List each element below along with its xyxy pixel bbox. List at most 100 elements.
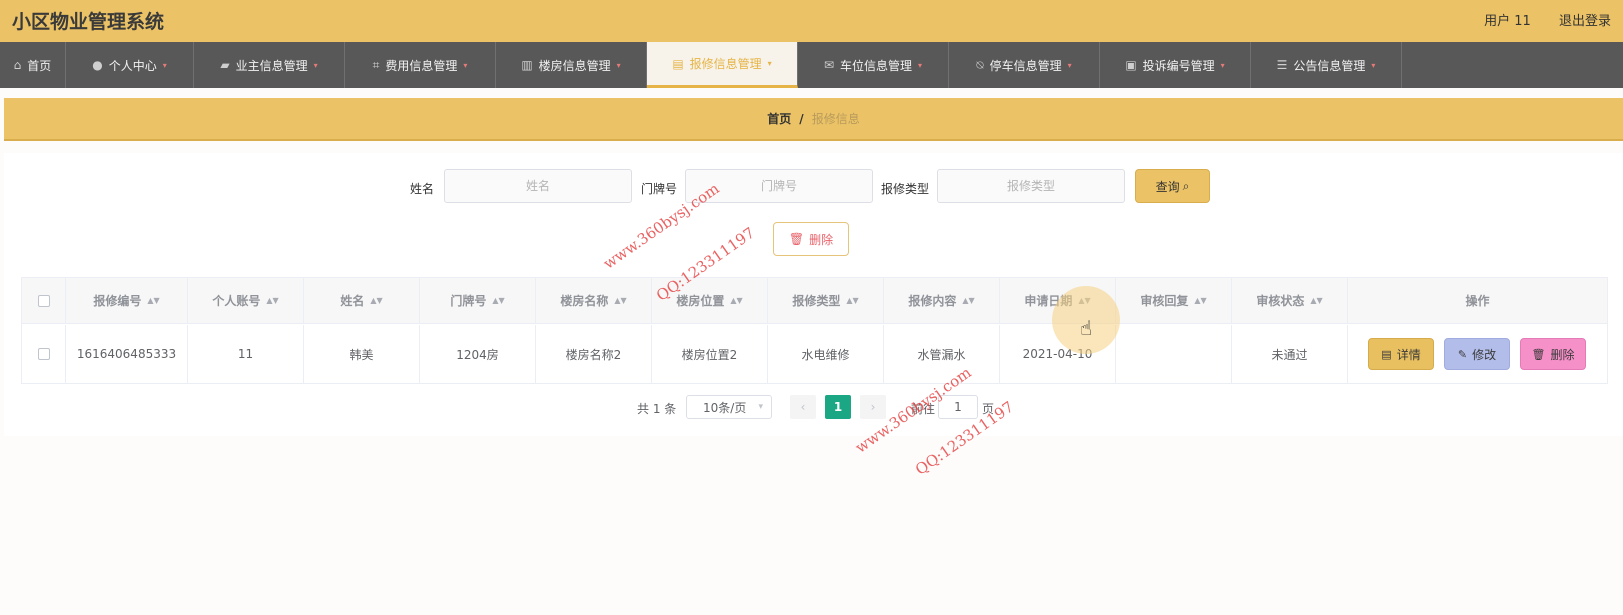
table-header: 报修编号 ▲▼ 个人账号 ▲▼ 姓名 ▲▼ 门牌号 ▲▼ 楼房名称 ▲▼ 楼房位置 ▲▼ 报…: [22, 278, 1607, 324]
app-header: 小区物业管理系统 用户 11 退出登录: [0, 0, 1623, 42]
nav-item-personal[interactable]: ● 个人中心 ▾: [66, 42, 194, 88]
col-header-actions: 操作: [1465, 294, 1490, 308]
nav-item-owner[interactable]: ▰ 业主信息管理 ▾: [194, 42, 345, 88]
document-icon: ▤: [1381, 347, 1392, 361]
mail-icon: ✉: [823, 58, 835, 72]
user-area: 用户 11 退出登录: [1460, 10, 1611, 29]
cell-actions: ▤ 详情 ✎ 修改 🗑 删除: [1348, 325, 1607, 383]
chevron-right-icon: ›: [870, 400, 876, 414]
col-header-repair-type[interactable]: 报修类型 ▲▼: [768, 278, 884, 323]
nav-item-parking[interactable]: ⍉ 停车信息管理 ▾: [949, 42, 1100, 88]
crop-icon: ⌗: [372, 57, 380, 72]
cell-door: 1204房: [420, 325, 536, 383]
sort-icon: ▲▼: [846, 295, 859, 305]
col-header-name[interactable]: 姓名 ▲▼: [304, 278, 420, 323]
nav-label: 停车信息管理: [989, 58, 1062, 73]
sort-icon: ▲▼: [962, 295, 975, 305]
chevron-down-icon: ▾: [463, 60, 468, 70]
chevron-down-icon: ▾: [758, 402, 763, 412]
name-label: 姓名: [410, 182, 435, 196]
sort-icon: ▲▼: [614, 295, 627, 305]
breadcrumb-home[interactable]: 首页: [767, 110, 791, 127]
trash-icon: 🗑: [1531, 347, 1546, 361]
col-header-account[interactable]: 个人账号 ▲▼: [188, 278, 304, 323]
sort-icon: ▲▼: [492, 295, 505, 305]
edit-icon: ✎: [1457, 347, 1468, 361]
nav-item-building[interactable]: ▥ 楼房信息管理 ▾: [496, 42, 647, 88]
pagination-total: 共 1 条: [637, 402, 677, 416]
search-icon: ⌕: [1182, 178, 1190, 193]
nav-item-repair[interactable]: ▤ 报修信息管理 ▾: [647, 42, 798, 88]
batch-delete-label: 删除: [809, 232, 834, 247]
col-header-review-reply[interactable]: 审核回复 ▲▼: [1116, 278, 1232, 323]
nav-label: 楼房信息管理: [538, 58, 611, 73]
delete-button[interactable]: 🗑 删除: [1520, 338, 1586, 370]
door-label: 门牌号: [641, 182, 678, 196]
cell-review-status: 未通过: [1232, 325, 1348, 383]
nav-label: 费用信息管理: [385, 58, 458, 73]
nav-item-home[interactable]: ⌂ 首页: [0, 42, 66, 88]
sort-icon: ▲▼: [370, 295, 383, 305]
nav-label: 公告信息管理: [1293, 58, 1366, 73]
breadcrumb-separator: /: [799, 111, 804, 126]
repair-type-search-input[interactable]: [937, 169, 1125, 203]
cell-repair-content: 水管漏水: [884, 325, 1000, 383]
nav-item-fee[interactable]: ⌗ 费用信息管理 ▾: [345, 42, 496, 88]
bell-off-icon: ⍉: [976, 57, 984, 72]
nav-label: 个人中心: [108, 58, 157, 73]
sort-icon: ▲▼: [266, 295, 279, 305]
briefcase-icon: ▣: [1125, 58, 1137, 72]
sort-icon: ▲▼: [147, 295, 160, 305]
col-header-repair-content[interactable]: 报修内容 ▲▼: [884, 278, 1000, 323]
nav-label: 首页: [27, 58, 52, 73]
nav-item-parking-space[interactable]: ✉ 车位信息管理 ▾: [798, 42, 949, 88]
nav-item-complaint[interactable]: ▣ 投诉编号管理 ▾: [1100, 42, 1251, 88]
main-nav: ⌂ 首页 ● 个人中心 ▾ ▰ 业主信息管理 ▾ ⌗ 费用信息管理 ▾ ▥ 楼房…: [0, 42, 1623, 88]
cell-account: 11: [188, 325, 304, 383]
wallet-icon: ▰: [220, 58, 230, 72]
building-icon: ▥: [521, 58, 533, 72]
sort-icon: ▲▼: [1194, 295, 1207, 305]
prev-page-button[interactable]: ‹: [790, 395, 816, 419]
chevron-down-icon: ▾: [767, 59, 772, 68]
sliders-icon: ☰: [1276, 58, 1288, 72]
repair-table: 报修编号 ▲▼ 个人账号 ▲▼ 姓名 ▲▼ 门牌号 ▲▼ 楼房名称 ▲▼ 楼房位置 ▲▼ 报…: [21, 277, 1608, 384]
col-header-door[interactable]: 门牌号 ▲▼: [420, 278, 536, 323]
chevron-down-icon: ▾: [162, 60, 167, 70]
col-header-repair-no[interactable]: 报修编号 ▲▼: [66, 278, 188, 323]
chevron-down-icon: ▾: [616, 60, 621, 70]
page-size-select[interactable]: 10条/页 ▾: [686, 395, 772, 419]
edit-button[interactable]: ✎ 修改: [1444, 338, 1510, 370]
chevron-down-icon: ▾: [1220, 60, 1225, 70]
hand-cursor-icon: ☝: [1080, 316, 1093, 340]
cell-repair-type: 水电维修: [768, 325, 884, 383]
nav-label: 车位信息管理: [840, 58, 913, 73]
query-button-label: 查询: [1155, 179, 1180, 194]
user-name[interactable]: 用户 11: [1484, 14, 1531, 29]
nav-label: 业主信息管理: [235, 58, 308, 73]
nav-item-notice[interactable]: ☰ 公告信息管理 ▾: [1251, 42, 1402, 88]
select-all-checkbox[interactable]: [37, 294, 50, 307]
repair-type-label: 报修类型: [881, 182, 930, 196]
nav-label: 投诉编号管理: [1142, 58, 1215, 73]
col-header-building-name[interactable]: 楼房名称 ▲▼: [536, 278, 652, 323]
col-header-review-status[interactable]: 审核状态 ▲▼: [1232, 278, 1348, 323]
row-checkbox[interactable]: [37, 348, 50, 360]
query-button[interactable]: 查询 ⌕: [1135, 169, 1210, 203]
sort-icon: ▲▼: [1310, 295, 1323, 305]
breadcrumb-current: 报修信息: [811, 112, 860, 126]
cell-building-location: 楼房位置2: [652, 325, 768, 383]
user-icon: ●: [92, 58, 103, 72]
chevron-down-icon: ▾: [918, 60, 923, 70]
next-page-button[interactable]: ›: [860, 395, 886, 419]
cell-building-name: 楼房名称2: [536, 325, 652, 383]
page-number-current[interactable]: 1: [825, 395, 851, 419]
logout-link[interactable]: 退出登录: [1559, 14, 1611, 29]
name-search-input[interactable]: [444, 169, 632, 203]
table-row: 1616406485333 11 韩美 1204房 楼房名称2 楼房位置2 水电…: [22, 325, 1607, 383]
breadcrumb: 首页 / 报修信息: [4, 98, 1623, 141]
home-icon: ⌂: [13, 58, 22, 72]
batch-delete-button[interactable]: 🗑 删除: [773, 222, 849, 256]
nav-label: 报修信息管理: [689, 57, 762, 71]
detail-button[interactable]: ▤ 详情: [1368, 338, 1434, 370]
